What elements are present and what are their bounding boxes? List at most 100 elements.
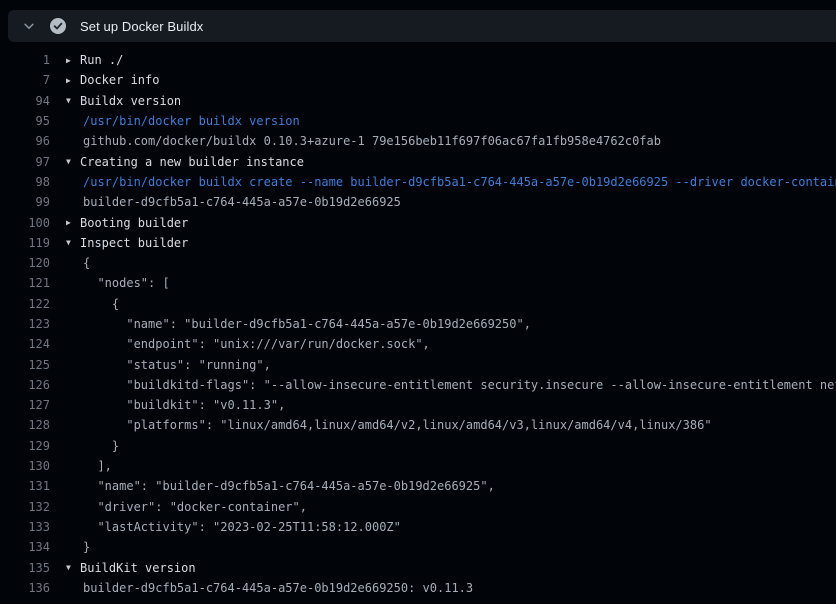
log-group-header: ▶Booting builder	[50, 216, 188, 230]
log-line: 136builder-d9cfb5a1-c764-445a-a57e-0b19d…	[0, 578, 836, 598]
log-lines: 1▶Run ./7▶Docker info94▼Buildx version95…	[0, 50, 836, 598]
log-group-header: ▶Docker info	[50, 73, 159, 87]
output-text: "endpoint": "unix:///var/run/docker.sock…	[50, 337, 430, 351]
log-line: 121 "nodes": [	[0, 273, 836, 293]
line-number[interactable]: 98	[0, 175, 50, 189]
log-line: 128 "platforms": "linux/amd64,linux/amd6…	[0, 415, 836, 435]
command-text: /usr/bin/docker buildx create --name bui…	[50, 175, 836, 189]
output-text: "buildkit": "v0.11.3",	[50, 398, 285, 412]
log-group-header: ▶Run ./	[50, 53, 123, 67]
check-circle-icon	[50, 18, 66, 34]
line-number[interactable]: 133	[0, 520, 50, 534]
step-title: Set up Docker Buildx	[80, 19, 203, 34]
group-expand-icon[interactable]: ▶	[66, 218, 80, 227]
command-text: /usr/bin/docker buildx version	[50, 114, 300, 128]
output-text: "driver": "docker-container",	[50, 500, 307, 514]
log-line: 126 "buildkitd-flags": "--allow-insecure…	[0, 375, 836, 395]
line-number[interactable]: 123	[0, 317, 50, 331]
output-text: builder-d9cfb5a1-c764-445a-a57e-0b19d2e6…	[50, 195, 401, 209]
log-group-header: ▼Buildx version	[50, 94, 181, 108]
group-collapse-icon[interactable]: ▼	[66, 563, 80, 572]
line-number[interactable]: 124	[0, 337, 50, 351]
log-line: 122 {	[0, 294, 836, 314]
output-text: }	[50, 439, 119, 453]
line-number[interactable]: 99	[0, 195, 50, 209]
group-collapse-icon[interactable]: ▼	[66, 238, 80, 247]
log-line: 133 "lastActivity": "2023-02-25T11:58:12…	[0, 517, 836, 537]
output-text: "nodes": [	[50, 276, 170, 290]
log-line: 129 }	[0, 436, 836, 456]
line-number[interactable]: 122	[0, 297, 50, 311]
output-text: builder-d9cfb5a1-c764-445a-a57e-0b19d2e6…	[50, 581, 473, 595]
line-number[interactable]: 126	[0, 378, 50, 392]
log-line: 94▼Buildx version	[0, 91, 836, 111]
line-number[interactable]: 1	[0, 53, 50, 67]
group-expand-icon[interactable]: ▶	[66, 56, 80, 65]
line-number[interactable]: 129	[0, 439, 50, 453]
line-number[interactable]: 94	[0, 94, 50, 108]
group-title[interactable]: BuildKit version	[80, 561, 196, 575]
output-text: github.com/docker/buildx 0.10.3+azure-1 …	[50, 134, 661, 148]
line-number[interactable]: 134	[0, 540, 50, 554]
line-number[interactable]: 132	[0, 500, 50, 514]
line-number[interactable]: 130	[0, 459, 50, 473]
output-text: "name": "builder-d9cfb5a1-c764-445a-a57e…	[50, 479, 495, 493]
line-number[interactable]: 100	[0, 216, 50, 230]
line-number[interactable]: 121	[0, 276, 50, 290]
group-title[interactable]: Creating a new builder instance	[80, 155, 304, 169]
output-text: "lastActivity": "2023-02-25T11:58:12.000…	[50, 520, 401, 534]
log-line: 100▶Booting builder	[0, 212, 836, 232]
output-text: {	[50, 256, 90, 270]
log-line: 119▼Inspect builder	[0, 233, 836, 253]
log-line: 99builder-d9cfb5a1-c764-445a-a57e-0b19d2…	[0, 192, 836, 212]
line-number[interactable]: 120	[0, 256, 50, 270]
group-title[interactable]: Docker info	[80, 73, 159, 87]
step-header[interactable]: Set up Docker Buildx	[8, 10, 836, 42]
line-number[interactable]: 127	[0, 398, 50, 412]
log-line: 120{	[0, 253, 836, 273]
log-line: 97▼Creating a new builder instance	[0, 151, 836, 171]
output-text: "status": "running",	[50, 358, 271, 372]
line-number[interactable]: 96	[0, 134, 50, 148]
output-text: ],	[50, 459, 112, 473]
log-group-header: ▼BuildKit version	[50, 561, 196, 575]
chevron-down-icon[interactable]	[22, 19, 36, 33]
line-number[interactable]: 7	[0, 73, 50, 87]
line-number[interactable]: 119	[0, 236, 50, 250]
output-text: {	[50, 297, 119, 311]
line-number[interactable]: 95	[0, 114, 50, 128]
group-collapse-icon[interactable]: ▼	[66, 157, 80, 166]
log-line: 135▼BuildKit version	[0, 557, 836, 577]
group-expand-icon[interactable]: ▶	[66, 76, 80, 85]
log-line: 132 "driver": "docker-container",	[0, 497, 836, 517]
output-text: "platforms": "linux/amd64,linux/amd64/v2…	[50, 418, 712, 432]
line-number[interactable]: 135	[0, 561, 50, 575]
log-line: 95/usr/bin/docker buildx version	[0, 111, 836, 131]
group-title[interactable]: Buildx version	[80, 94, 181, 108]
log-line: 7▶Docker info	[0, 70, 836, 90]
log-line: 127 "buildkit": "v0.11.3",	[0, 395, 836, 415]
log-line: 98/usr/bin/docker buildx create --name b…	[0, 172, 836, 192]
group-title[interactable]: Booting builder	[80, 216, 188, 230]
line-number[interactable]: 131	[0, 479, 50, 493]
log-line: 123 "name": "builder-d9cfb5a1-c764-445a-…	[0, 314, 836, 334]
log-group-header: ▼Inspect builder	[50, 236, 188, 250]
output-text: "buildkitd-flags": "--allow-insecure-ent…	[50, 378, 836, 392]
line-number[interactable]: 136	[0, 581, 50, 595]
log-line: 130 ],	[0, 456, 836, 476]
line-number[interactable]: 97	[0, 155, 50, 169]
group-collapse-icon[interactable]: ▼	[66, 96, 80, 105]
log-line: 131 "name": "builder-d9cfb5a1-c764-445a-…	[0, 476, 836, 496]
output-text: }	[50, 540, 90, 554]
log-line: 125 "status": "running",	[0, 354, 836, 374]
log-line: 124 "endpoint": "unix:///var/run/docker.…	[0, 334, 836, 354]
log-line: 134}	[0, 537, 836, 557]
log-line: 96github.com/docker/buildx 0.10.3+azure-…	[0, 131, 836, 151]
line-number[interactable]: 128	[0, 418, 50, 432]
line-number[interactable]: 125	[0, 358, 50, 372]
group-title[interactable]: Run ./	[80, 53, 123, 67]
group-title[interactable]: Inspect builder	[80, 236, 188, 250]
log-line: 1▶Run ./	[0, 50, 836, 70]
log-group-header: ▼Creating a new builder instance	[50, 155, 304, 169]
output-text: "name": "builder-d9cfb5a1-c764-445a-a57e…	[50, 317, 531, 331]
